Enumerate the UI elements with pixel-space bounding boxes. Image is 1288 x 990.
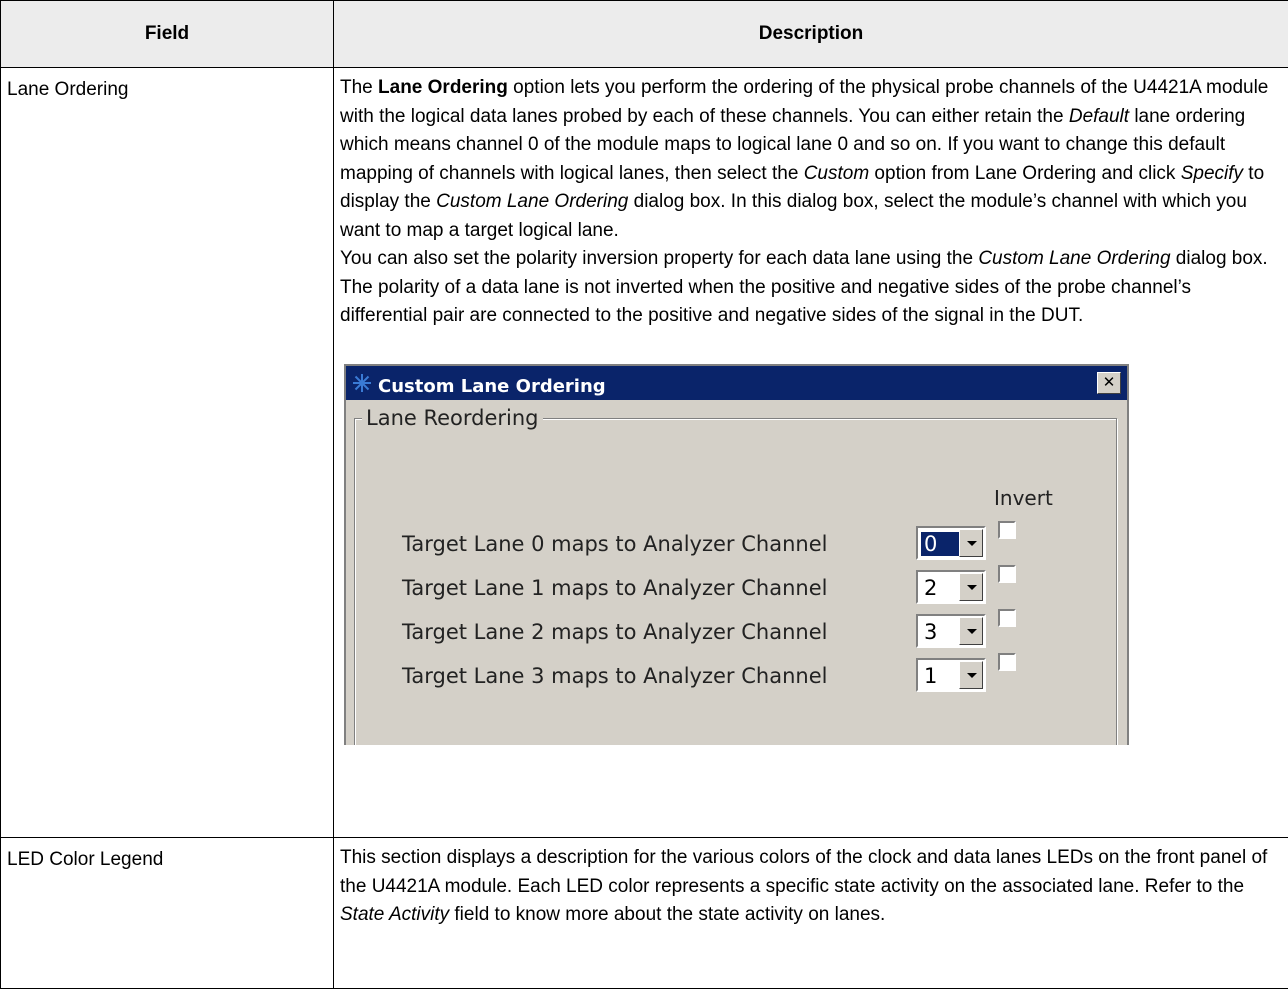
field-description-table: Field Description Lane Ordering The Lane… xyxy=(0,0,1288,989)
text-run: field to know more about the state activ… xyxy=(449,904,886,925)
channel-select[interactable]: 1 xyxy=(916,657,986,692)
channel-select-value: 1 xyxy=(924,663,938,688)
channel-select-value: 3 xyxy=(924,619,938,644)
app-icon xyxy=(353,373,371,392)
text-run: State Activity xyxy=(340,904,450,925)
group-label: Lane Reordering xyxy=(362,403,543,432)
field-name: Lane Ordering xyxy=(0,67,334,838)
chevron-down-icon[interactable] xyxy=(959,528,983,557)
invert-column-label: Invert xyxy=(994,485,1053,510)
channel-select[interactable]: 0 xyxy=(916,525,986,560)
header-field: Field xyxy=(0,0,334,68)
lane-label: Target Lane 2 maps to Analyzer Channel xyxy=(402,619,828,644)
text-run: Custom Lane Ordering xyxy=(436,191,629,212)
lane-label: Target Lane 0 maps to Analyzer Channel xyxy=(402,531,828,556)
text-run: Specify xyxy=(1180,162,1244,184)
chevron-down-icon[interactable] xyxy=(959,572,983,601)
description-paragraph: You can also set the polarity inversion … xyxy=(340,245,1282,331)
lane-label: Target Lane 3 maps to Analyzer Channel xyxy=(402,663,828,688)
channel-select-value: 2 xyxy=(924,575,938,600)
table-row: LED Color Legend This section displays a… xyxy=(0,837,1288,989)
text-run: Lane Ordering xyxy=(378,77,508,98)
dialog-titlebar: Custom Lane Ordering ✕ xyxy=(346,365,1127,400)
invert-checkbox[interactable] xyxy=(998,564,1016,583)
lane-row: Target Lane 2 maps to Analyzer Channel 3 xyxy=(346,608,1126,650)
text-run: Custom Lane Ordering xyxy=(978,248,1171,269)
close-button[interactable]: ✕ xyxy=(1097,371,1121,394)
lane-row: Target Lane 3 maps to Analyzer Channel 1 xyxy=(346,652,1126,694)
invert-checkbox[interactable] xyxy=(998,520,1016,539)
field-description: This section displays a description for … xyxy=(333,837,1288,989)
field-description: The Lane Ordering option lets you perfor… xyxy=(333,67,1288,838)
text-run: Default xyxy=(1068,105,1130,127)
dialog-title: Custom Lane Ordering xyxy=(378,375,606,397)
table-row: Lane Ordering The Lane Ordering option l… xyxy=(0,67,1288,838)
lane-row: Target Lane 0 maps to Analyzer Channel 0 xyxy=(346,520,1126,562)
text-run: option from Lane Ordering and click xyxy=(869,162,1181,184)
invert-checkbox[interactable] xyxy=(998,608,1016,627)
custom-lane-ordering-dialog: Custom Lane Ordering ✕ Lane Reordering I… xyxy=(344,363,1129,745)
channel-select-value: 0 xyxy=(921,531,960,556)
header-description: Description xyxy=(333,0,1288,68)
description-paragraph: This section displays a description for … xyxy=(340,844,1282,930)
table-header-row: Field Description xyxy=(0,0,1288,68)
text-run: This section displays a description for … xyxy=(340,847,1268,897)
text-run: You can also set the polarity inversion … xyxy=(340,248,979,269)
chevron-down-icon[interactable] xyxy=(959,616,983,645)
text-run: Custom xyxy=(803,162,870,184)
chevron-down-icon[interactable] xyxy=(959,660,983,689)
text-run: The xyxy=(340,77,379,98)
field-name: LED Color Legend xyxy=(0,837,334,989)
description-paragraph: The Lane Ordering option lets you perfor… xyxy=(340,74,1282,245)
lane-row: Target Lane 1 maps to Analyzer Channel 2 xyxy=(346,564,1126,606)
channel-select[interactable]: 3 xyxy=(916,613,986,648)
channel-select[interactable]: 2 xyxy=(916,569,986,604)
lane-label: Target Lane 1 maps to Analyzer Channel xyxy=(402,575,828,600)
invert-checkbox[interactable] xyxy=(998,652,1016,671)
